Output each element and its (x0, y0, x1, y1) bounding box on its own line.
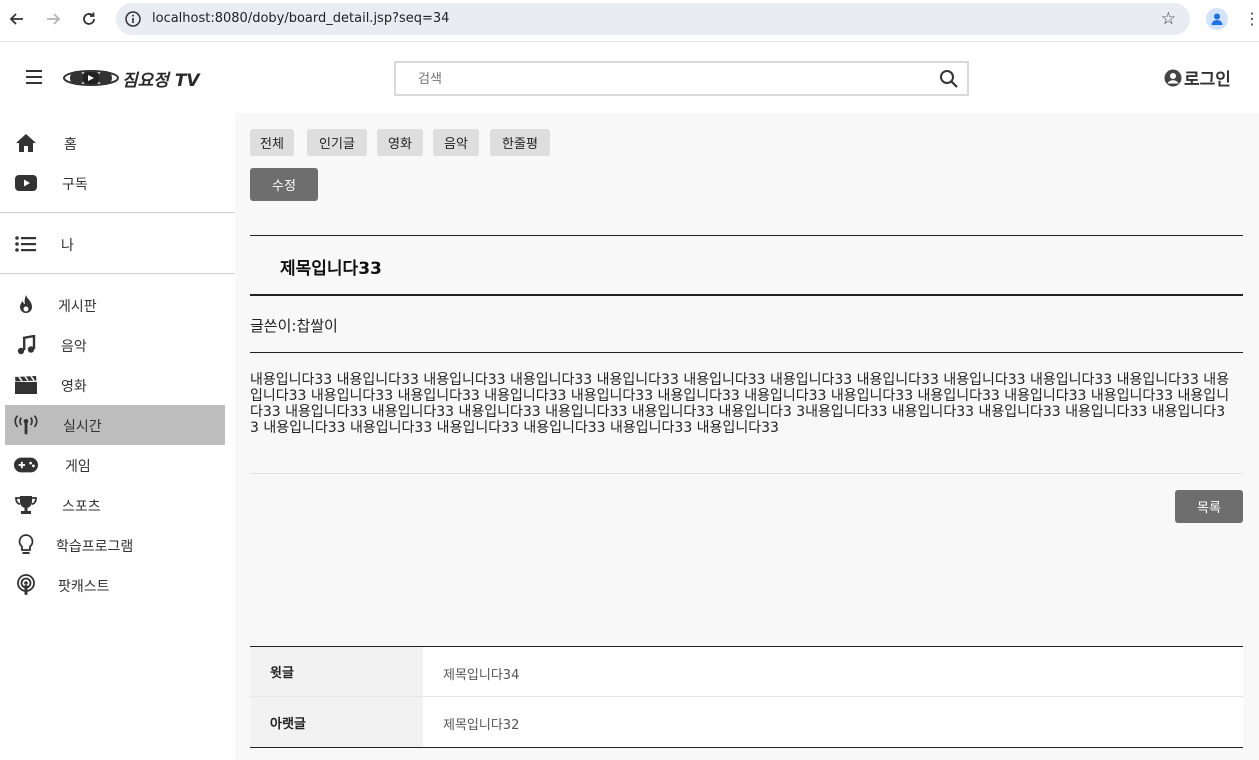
next-post-row[interactable]: 아랫글 제목입니다32 (250, 697, 1243, 747)
browser-menu-icon[interactable]: ⋮ (1244, 8, 1259, 30)
search-icon[interactable] (939, 69, 959, 89)
post-content: 내용입니다33 내용입니다33 내용입니다33 내용입니다33 내용입니다33 … (250, 372, 1230, 436)
login-label: 로그인 (1184, 70, 1231, 90)
sidebar-item-label: 나 (61, 238, 74, 254)
list-icon (14, 233, 38, 255)
sidebar-item-label: 실시간 (63, 419, 102, 435)
sidebar-item-learning[interactable]: 학습프로그램 (5, 525, 225, 565)
logo-text: 짐요정 TV (122, 71, 200, 91)
back-icon[interactable] (6, 8, 28, 30)
music-note-icon (14, 334, 38, 356)
sidebar-divider (0, 212, 235, 213)
profile-icon[interactable] (1206, 8, 1228, 30)
sidebar-divider (0, 273, 235, 274)
title-bottom-rule (250, 294, 1243, 296)
hamburger-menu-icon[interactable] (26, 70, 42, 84)
sidebar-item-game[interactable]: 게임 (5, 445, 225, 485)
sidebar-item-movie[interactable]: 영화 (5, 365, 225, 405)
content-bottom-rule (250, 473, 1243, 474)
category-chip-movie[interactable]: 영화 (377, 129, 423, 156)
sidebar-item-board[interactable]: 게시판 (5, 285, 225, 325)
login-button[interactable]: 로그인 (1164, 65, 1231, 90)
list-button[interactable]: 목록 (1175, 490, 1243, 523)
post-title: 제목입니다33 (280, 259, 382, 279)
prev-post-link[interactable]: 제목입니다34 (443, 664, 519, 683)
sidebar-item-live[interactable]: 실시간 (5, 405, 225, 445)
edit-button[interactable]: 수정 (250, 168, 318, 201)
podcast-icon (14, 574, 38, 596)
browser-toolbar: localhost:8080/doby/board_detail.jsp?seq… (0, 0, 1259, 42)
category-chip-all[interactable]: 전체 (250, 129, 294, 156)
account-circle-icon (1164, 69, 1182, 86)
sidebar-item-label: 스포츠 (62, 499, 101, 515)
sidebar-item-me[interactable]: 나 (5, 224, 225, 264)
prev-post-label: 윗글 (250, 647, 423, 696)
next-post-label: 아랫글 (250, 697, 423, 747)
lightbulb-icon (14, 534, 38, 556)
home-icon (14, 132, 38, 154)
logo-mark-icon (63, 70, 119, 86)
site-logo[interactable]: 짐요정 TV (62, 65, 210, 91)
bookmark-star-icon[interactable]: ☆ (1161, 9, 1176, 29)
sidebar-item-label: 홈 (64, 137, 77, 153)
forward-icon[interactable] (42, 8, 64, 30)
search-input[interactable] (418, 69, 918, 89)
sidebar-item-label: 팟캐스트 (58, 579, 110, 595)
sidebar-item-label: 게시판 (58, 299, 97, 315)
category-chip-popular[interactable]: 인기글 (307, 129, 367, 156)
post-author: 글쓴이:찹쌀이 (250, 317, 338, 335)
fire-icon (14, 294, 38, 316)
trophy-icon (14, 494, 38, 516)
search-box (394, 61, 969, 96)
category-chip-music[interactable]: 음악 (433, 129, 479, 156)
app-header: 짐요정 TV 로그인 (0, 43, 1259, 113)
next-post-link[interactable]: 제목입니다32 (443, 714, 519, 733)
sidebar-item-music[interactable]: 음악 (5, 325, 225, 365)
gamepad-icon (14, 454, 38, 476)
category-chip-review[interactable]: 한줄평 (490, 129, 550, 156)
site-info-icon[interactable] (124, 10, 142, 28)
sidebar-item-sports[interactable]: 스포츠 (5, 485, 225, 525)
main-content: 전체 인기글 영화 음악 한줄평 수정 제목입니다33 글쓴이:찹쌀이 내용입니… (235, 113, 1259, 760)
sidebar-item-label: 영화 (61, 379, 87, 395)
address-bar[interactable]: localhost:8080/doby/board_detail.jsp?seq… (116, 3, 1190, 35)
sidebar-item-home[interactable]: 홈 (5, 123, 225, 163)
sidebar-item-label: 음악 (61, 339, 87, 355)
clapperboard-icon (14, 374, 38, 396)
sidebar-item-podcast[interactable]: 팟캐스트 (5, 565, 225, 605)
author-bottom-rule (250, 352, 1243, 353)
sidebar-item-subscribe[interactable]: 구독 (5, 163, 225, 203)
url-text[interactable]: localhost:8080/doby/board_detail.jsp?seq… (152, 11, 449, 26)
sidebar-item-label: 게임 (65, 459, 91, 475)
sidebar-item-label: 구독 (62, 177, 88, 193)
prev-next-table: 윗글 제목입니다34 아랫글 제목입니다32 (250, 646, 1243, 748)
sidebar: 홈 구독 나 게시판 음악 영화 실시간 게임 스포츠 학습프로그램 팟캐스트 (0, 113, 235, 760)
sidebar-item-label: 학습프로그램 (56, 539, 134, 555)
broadcast-icon (14, 414, 38, 436)
title-top-rule (250, 235, 1243, 236)
reload-icon[interactable] (78, 8, 100, 30)
prev-post-row[interactable]: 윗글 제목입니다34 (250, 647, 1243, 697)
youtube-play-icon (14, 172, 38, 194)
